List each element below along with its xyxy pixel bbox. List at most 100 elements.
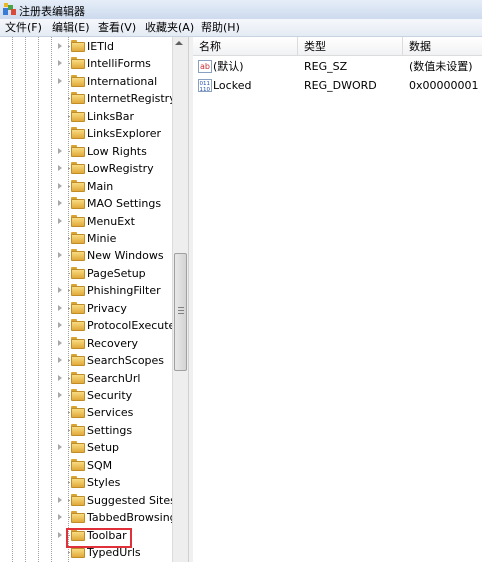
tree-item-label: LinksExplorer: [87, 127, 162, 141]
tree-item-label: ProtocolExecute: [87, 319, 176, 333]
tree-item[interactable]: SQM: [0, 457, 172, 474]
expand-arrow-icon[interactable]: [58, 147, 62, 154]
tree-item[interactable]: PageSetup: [0, 265, 172, 282]
scroll-up-arrow-icon[interactable]: [175, 41, 183, 45]
values-list[interactable]: 名称 类型 数据 ab (默认) REG_SZ (数值未设置) 011 110 …: [193, 37, 482, 562]
tree-item-label: LowRegistry: [87, 162, 154, 176]
expand-arrow-icon[interactable]: [58, 444, 62, 451]
tree-item-label: IntelliForms: [87, 57, 151, 71]
tree-item[interactable]: LinksExplorer: [0, 125, 172, 142]
folder-icon: [71, 511, 85, 524]
tree-item[interactable]: TabbedBrowsing: [0, 509, 177, 526]
tree-item[interactable]: MenuExt: [0, 213, 172, 230]
folder-icon: [71, 389, 85, 401]
expand-arrow-icon[interactable]: [58, 200, 62, 207]
tree-item-label: LinksBar: [87, 109, 135, 123]
tree-item[interactable]: Recovery: [0, 335, 172, 352]
tree-item[interactable]: Privacy: [0, 300, 172, 317]
tree-item[interactable]: SearchScopes: [0, 352, 172, 369]
folder-icon: [71, 284, 85, 297]
folder-icon: [71, 162, 85, 175]
tree-item[interactable]: Setup: [0, 439, 172, 456]
tree-item-label: Services: [87, 406, 134, 420]
tree-item[interactable]: MAO Settings: [0, 195, 172, 212]
expand-arrow-icon[interactable]: [58, 252, 62, 259]
tree-item-label: InternetRegistry: [87, 92, 176, 106]
column-header-type[interactable]: 类型: [298, 37, 403, 56]
folder-icon: [71, 197, 85, 210]
value-type: REG_DWORD: [304, 79, 377, 92]
title-bar: 注册表编辑器: [0, 0, 482, 19]
grip-line: [178, 307, 184, 308]
menu-view[interactable]: 查看(V): [98, 21, 136, 35]
expand-arrow-icon[interactable]: [58, 165, 62, 172]
tree-item[interactable]: IETld: [0, 38, 172, 55]
expand-arrow-icon[interactable]: [58, 496, 62, 503]
tree-item[interactable]: IntelliForms: [0, 55, 172, 72]
expand-arrow-icon[interactable]: [58, 43, 62, 49]
tree-item[interactable]: International: [0, 73, 172, 90]
expand-arrow-icon[interactable]: [58, 304, 62, 311]
tree-item[interactable]: Settings: [0, 422, 172, 439]
tree-item-label: Settings: [87, 423, 133, 437]
window-title: 注册表编辑器: [19, 5, 85, 18]
svg-text:110: 110: [200, 87, 211, 92]
folder-icon: [71, 476, 85, 489]
expand-arrow-icon[interactable]: [58, 322, 62, 329]
svg-text:ab: ab: [200, 62, 210, 71]
column-header-data[interactable]: 数据: [403, 37, 482, 56]
expand-arrow-icon[interactable]: [58, 357, 62, 364]
menu-edit[interactable]: 编辑(E): [52, 21, 90, 35]
tree-item[interactable]: Low Rights: [0, 143, 172, 160]
value-row[interactable]: ab (默认) REG_SZ (数值未设置): [193, 58, 482, 76]
folder-icon: [71, 92, 85, 105]
tree-item[interactable]: SearchUrl: [0, 370, 172, 387]
grip-line: [178, 310, 184, 311]
column-header-name[interactable]: 名称: [193, 37, 298, 56]
registry-tree[interactable]: IETld IntelliForms International InternetRe…: [0, 37, 188, 562]
tree-item[interactable]: Security: [0, 387, 172, 404]
value-row[interactable]: 011 110 Locked REG_DWORD 0x00000001 (1: [193, 77, 482, 95]
expand-arrow-icon[interactable]: [58, 182, 62, 189]
expand-arrow-icon[interactable]: [58, 77, 62, 84]
string-value-icon: ab: [198, 60, 212, 73]
folder-icon: [71, 109, 85, 122]
tree-scrollbar[interactable]: [172, 37, 188, 562]
folder-icon: [71, 57, 85, 70]
expand-arrow-icon[interactable]: [58, 392, 62, 398]
tree-item-label: Main: [87, 179, 114, 193]
tree-item-label: International: [87, 74, 158, 88]
menu-file[interactable]: 文件(F): [5, 21, 42, 35]
tree-item-label: Low Rights: [87, 144, 147, 158]
expand-arrow-icon[interactable]: [58, 217, 62, 224]
menu-help[interactable]: 帮助(H): [201, 21, 240, 35]
tree-item[interactable]: ProtocolExecute: [0, 317, 176, 334]
grip-line: [178, 313, 184, 314]
tree-item-label: TabbedBrowsing: [87, 511, 177, 525]
folder-icon: [71, 319, 85, 332]
tree-item[interactable]: Main: [0, 178, 172, 195]
tree-item[interactable]: Suggested Sites: [0, 492, 176, 509]
tree-item[interactable]: LinksBar: [0, 108, 172, 125]
folder-icon: [71, 406, 85, 419]
expand-arrow-icon[interactable]: [58, 531, 62, 538]
tree-item[interactable]: New Windows: [0, 247, 172, 264]
toolbar-key-highlight: [66, 528, 132, 548]
expand-arrow-icon[interactable]: [58, 287, 62, 294]
tree-item[interactable]: Services: [0, 404, 172, 421]
expand-arrow-icon[interactable]: [58, 339, 62, 346]
tree-item[interactable]: InternetRegistry: [0, 90, 176, 107]
menu-favorites[interactable]: 收藏夹(A): [145, 21, 194, 35]
expand-arrow-icon[interactable]: [58, 514, 62, 521]
expand-arrow-icon[interactable]: [58, 374, 62, 381]
expand-arrow-icon[interactable]: [58, 60, 62, 67]
tree-item[interactable]: LowRegistry: [0, 160, 172, 177]
tree-item-label: PageSetup: [87, 266, 146, 280]
folder-icon: [71, 371, 85, 384]
folder-icon: [71, 301, 85, 314]
tree-item[interactable]: Minie: [0, 230, 172, 247]
tree-item[interactable]: PhishingFilter: [0, 282, 172, 299]
tree-item[interactable]: Styles: [0, 474, 172, 491]
folder-icon: [71, 144, 85, 157]
scroll-thumb[interactable]: [174, 253, 187, 371]
